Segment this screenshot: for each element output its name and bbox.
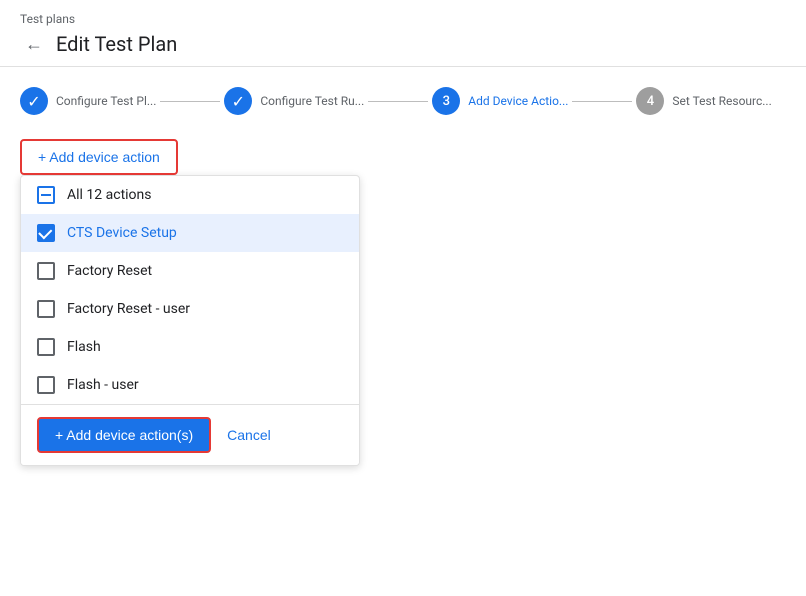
stepper: ✓ Configure Test Pl... ✓ Configure Test … (0, 67, 806, 131)
step-2-circle: ✓ (224, 87, 252, 115)
dropdown-item-flash-user[interactable]: Flash - user (21, 366, 359, 404)
step-2: ✓ Configure Test Ru... (224, 87, 364, 115)
step-1-circle: ✓ (20, 87, 48, 115)
step-1-label: Configure Test Pl... (56, 94, 156, 108)
step-connector-1 (160, 101, 220, 102)
step-connector-2 (368, 101, 428, 102)
step-3: 3 Add Device Actio... (432, 87, 568, 115)
breadcrumb: Test plans (20, 12, 786, 26)
factory-reset-user-checkbox[interactable] (37, 300, 55, 318)
step-4-number: 4 (647, 94, 654, 109)
dropdown-item-factory-reset-user[interactable]: Factory Reset - user (21, 290, 359, 328)
step-4-label: Set Test Resourc... (672, 94, 771, 108)
step-4: 4 Set Test Resourc... (636, 87, 771, 115)
add-device-button[interactable]: + Add device action (20, 139, 178, 175)
dropdown-item-flash[interactable]: Flash (21, 328, 359, 366)
flash-user-checkbox[interactable] (37, 376, 55, 394)
title-row: ← Edit Test Plan (20, 30, 786, 58)
step-1: ✓ Configure Test Pl... (20, 87, 156, 115)
all-actions-checkbox[interactable] (37, 186, 55, 204)
factory-reset-checkbox[interactable] (37, 262, 55, 280)
step-3-circle: 3 (432, 87, 460, 115)
flash-user-label: Flash - user (67, 377, 139, 393)
all-actions-label: All 12 actions (67, 187, 152, 203)
dropdown-list: All 12 actions CTS Device Setup Factory … (21, 176, 359, 404)
step-2-label: Configure Test Ru... (260, 94, 364, 108)
factory-reset-user-label: Factory Reset - user (67, 301, 190, 317)
step-connector-3 (572, 101, 632, 102)
dropdown-item-cts[interactable]: CTS Device Setup (21, 214, 359, 252)
step-4-circle: 4 (636, 87, 664, 115)
flash-label: Flash (67, 339, 101, 355)
page-header: Test plans ← Edit Test Plan (0, 0, 806, 67)
step-3-number: 3 (443, 94, 450, 109)
check-icon: ✓ (27, 92, 40, 111)
factory-reset-label: Factory Reset (67, 263, 152, 279)
step-3-label: Add Device Actio... (468, 94, 568, 108)
cancel-button[interactable]: Cancel (227, 427, 271, 443)
flash-checkbox[interactable] (37, 338, 55, 356)
add-actions-button[interactable]: + Add device action(s) (37, 417, 211, 453)
check-icon-2: ✓ (232, 92, 245, 111)
cts-label: CTS Device Setup (67, 225, 177, 241)
dropdown-panel: All 12 actions CTS Device Setup Factory … (20, 175, 360, 466)
all-actions-item[interactable]: All 12 actions (21, 176, 359, 214)
cts-checkbox[interactable] (37, 224, 55, 242)
main-content: + Add device action All 12 actions CTS D… (0, 131, 806, 474)
page-title: Edit Test Plan (56, 32, 177, 56)
dropdown-item-factory-reset[interactable]: Factory Reset (21, 252, 359, 290)
back-button[interactable]: ← (20, 30, 48, 58)
dropdown-footer: + Add device action(s) Cancel (21, 404, 359, 465)
